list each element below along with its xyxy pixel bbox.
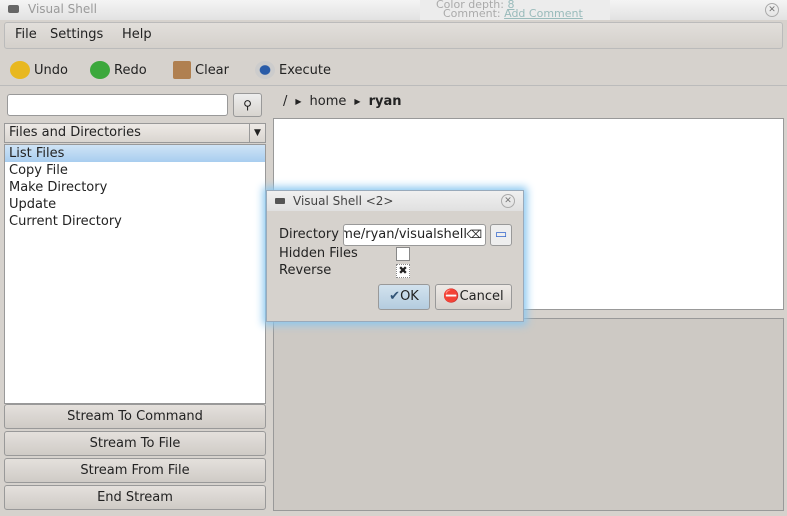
broom-icon: [173, 61, 191, 79]
menu-bar: File Settings Help: [4, 22, 783, 49]
stream-to-file-button[interactable]: Stream To File: [4, 431, 266, 456]
execute-label: Execute: [279, 62, 331, 78]
dialog-close-icon[interactable]: ✕: [501, 194, 515, 208]
dialog-title-bar: Visual Shell <2> ✕: [267, 191, 523, 211]
search-input[interactable]: [7, 94, 228, 116]
menu-settings[interactable]: Settings: [50, 27, 103, 42]
clear-button[interactable]: Clear: [173, 61, 229, 79]
directory-value: /home/ryan/visualshell: [344, 227, 467, 242]
redo-button[interactable]: Redo: [90, 61, 147, 79]
cancel-button[interactable]: ⛔Cancel: [435, 284, 512, 310]
save-icon: ▭: [494, 227, 508, 242]
list-item[interactable]: Copy File: [5, 162, 265, 179]
breadcrumb: / ▶ home ▶ ryan: [283, 94, 401, 109]
list-item[interactable]: Update: [5, 196, 265, 213]
window-close-icon[interactable]: ✕: [765, 3, 779, 17]
execute-button[interactable]: Execute: [255, 61, 331, 79]
stream-from-file-button[interactable]: Stream From File: [4, 458, 266, 483]
command-list[interactable]: List Files Copy File Make Directory Upda…: [4, 144, 266, 404]
app-icon: [8, 5, 19, 13]
category-value: Files and Directories: [9, 125, 141, 140]
undo-icon: [10, 61, 30, 79]
options-dialog: Visual Shell <2> ✕ Directory /home/ryan/v…: [266, 190, 524, 322]
bg-link: Add Comment: [504, 7, 583, 20]
hidden-files-label: Hidden Files: [279, 246, 358, 261]
background-window: Color depth: 8 Comment: Add Comment: [420, 0, 610, 20]
redo-icon: [90, 61, 110, 79]
chevron-down-icon: ▼: [249, 124, 265, 142]
crumb-root[interactable]: /: [283, 94, 287, 109]
ok-label: OK: [400, 289, 419, 304]
crumb-ryan[interactable]: ryan: [369, 94, 402, 109]
cancel-label: Cancel: [459, 289, 504, 304]
app-icon: [275, 198, 285, 204]
directory-input[interactable]: /home/ryan/visualshell⌫: [343, 224, 486, 246]
reverse-label: Reverse: [279, 263, 332, 278]
bg-label: Comment:: [443, 7, 501, 20]
category-select[interactable]: Files and Directories ▼: [4, 123, 266, 143]
list-item[interactable]: Make Directory: [5, 179, 265, 196]
redo-label: Redo: [114, 62, 147, 78]
menu-help[interactable]: Help: [122, 27, 152, 42]
ok-button[interactable]: ✔OK: [378, 284, 430, 310]
chevron-right-icon: ▶: [295, 97, 302, 106]
list-item[interactable]: List Files: [5, 145, 265, 162]
chevron-right-icon: ▶: [354, 97, 361, 106]
end-stream-button[interactable]: End Stream: [4, 485, 266, 510]
undo-label: Undo: [34, 62, 68, 78]
check-icon: ✔: [389, 289, 401, 304]
find-button[interactable]: ⚲: [233, 93, 262, 117]
binoculars-icon: ⚲: [243, 98, 252, 112]
window-title: Visual Shell: [28, 2, 97, 16]
list-item[interactable]: Current Directory: [5, 213, 265, 230]
cancel-icon: ⛔: [443, 289, 460, 304]
stream-to-command-button[interactable]: Stream To Command: [4, 404, 266, 429]
clear-label: Clear: [195, 62, 229, 78]
crumb-home[interactable]: home: [310, 94, 347, 109]
reverse-checkbox[interactable]: ✖: [396, 264, 410, 278]
browse-directory-button[interactable]: ▭: [490, 224, 512, 246]
clear-text-icon[interactable]: ⌫: [466, 225, 482, 245]
menu-file[interactable]: File: [15, 27, 37, 42]
toolbar: Undo Redo Clear Execute: [0, 56, 787, 86]
directory-label: Directory: [279, 227, 339, 242]
command-pane[interactable]: [273, 318, 784, 511]
hidden-files-checkbox[interactable]: [396, 247, 410, 261]
undo-button[interactable]: Undo: [10, 61, 68, 79]
title-bar: Visual Shell Color depth: 8 Comment: Add…: [0, 0, 787, 20]
dialog-title: Visual Shell <2>: [293, 194, 394, 208]
execute-gear-icon: [255, 61, 275, 79]
